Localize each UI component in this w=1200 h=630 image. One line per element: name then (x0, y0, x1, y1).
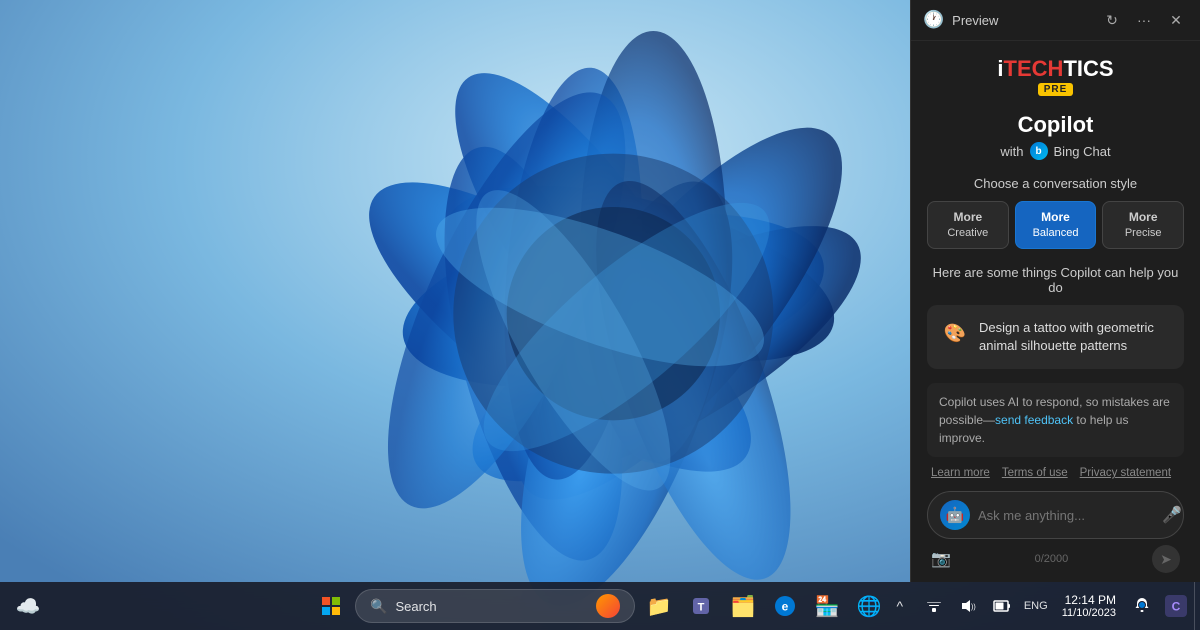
copilot-heading: Copilot (1018, 112, 1094, 138)
send-button[interactable]: ➤ (1152, 545, 1180, 573)
creative-bot-label: Creative (947, 226, 988, 240)
battery-icon[interactable] (986, 590, 1018, 622)
microphone-button[interactable]: 🎤 (1162, 505, 1182, 525)
more-options-button[interactable]: ··· (1132, 8, 1156, 32)
precise-bot-label: Precise (1125, 226, 1162, 240)
logo-badge: PRE (1038, 83, 1074, 96)
scan-button[interactable]: 📷 (931, 549, 951, 569)
network-icon[interactable] (918, 590, 950, 622)
balanced-bot-label: Balanced (1033, 226, 1079, 240)
refresh-button[interactable]: ↻ (1100, 8, 1124, 32)
close-button[interactable]: ✕ (1164, 8, 1188, 32)
volume-icon[interactable]: )) (952, 590, 984, 622)
notification-bell (1134, 597, 1150, 616)
tattoo-icon: 🎨 (941, 319, 969, 347)
ms-store-icon[interactable]: 🏪 (807, 586, 847, 626)
creative-top-label: More (954, 210, 983, 226)
taskbar-apps: 📁 T 🗂️ e 🏪 🌐 (639, 586, 889, 626)
brand-logo: iTECHTICS PRE (997, 57, 1113, 96)
clock-time: 12:14 PM (1065, 593, 1116, 607)
panel-content: iTECHTICS PRE Copilot with b Bing Chat C… (911, 41, 1200, 582)
search-text: Search (395, 599, 436, 614)
with-prefix: with (1000, 144, 1023, 159)
panel-titlebar: 🕐 Preview ↻ ··· ✕ (911, 0, 1200, 41)
disclaimer-section: Copilot uses AI to respond, so mistakes … (927, 383, 1184, 457)
tray-area: ^ )) ENG (884, 590, 1052, 622)
send-feedback-link[interactable]: send feedback (995, 413, 1073, 427)
history-icon[interactable]: 🕐 (923, 10, 944, 30)
taskbar-center: 🔍 Search 📁 T 🗂️ e 🏪 🌐 (311, 586, 889, 626)
chat-input-area: 🤖 🎤 📷 0/2000 ➤ (927, 491, 1184, 581)
logo-text: iTECHTICS (997, 57, 1113, 81)
edge-icon[interactable]: e (765, 586, 805, 626)
svg-text:e: e (782, 600, 789, 614)
file-manager-icon[interactable]: 🗂️ (723, 586, 763, 626)
style-precise-button[interactable]: More Precise (1102, 201, 1184, 249)
with-bing-section: with b Bing Chat (1000, 142, 1110, 160)
edge2-icon[interactable]: 🌐 (849, 586, 889, 626)
notification-icon[interactable] (1126, 590, 1158, 622)
footer-links: Learn more Terms of use Privacy statemen… (927, 467, 1184, 479)
style-creative-button[interactable]: More Creative (927, 201, 1009, 249)
balanced-top-label: More (1041, 210, 1070, 226)
search-avatar (596, 594, 620, 618)
style-balanced-button[interactable]: More Balanced (1015, 201, 1097, 249)
char-count: 0/2000 (1035, 553, 1069, 565)
style-section-label: Choose a conversation style (974, 176, 1137, 191)
chat-input-field[interactable] (978, 508, 1154, 523)
search-bar[interactable]: 🔍 Search (355, 589, 635, 623)
things-label: Here are some things Copilot can help yo… (927, 265, 1184, 295)
copilot-taskbar-icon[interactable]: C (1160, 590, 1192, 622)
notification-badge (1138, 601, 1146, 609)
panel-title: Preview (952, 13, 1100, 28)
taskbar-right: ^ )) ENG (884, 590, 1192, 622)
logo-tics: TICS (1063, 56, 1113, 81)
teams-icon[interactable]: T (681, 586, 721, 626)
terms-link[interactable]: Terms of use (1002, 467, 1068, 479)
suggestion-card[interactable]: 🎨 Design a tattoo with geometric animal … (927, 305, 1184, 369)
taskbar: ☁️ 🔍 Search 📁 T 🗂️ (0, 582, 1200, 630)
keyboard-icon[interactable]: ENG (1020, 590, 1052, 622)
copilot-avatar: 🤖 (940, 500, 970, 530)
copilot-panel: 🕐 Preview ↻ ··· ✕ iTECHTICS PRE Copilot … (910, 0, 1200, 582)
suggestion-text: Design a tattoo with geometric animal si… (979, 319, 1170, 355)
learn-more-link[interactable]: Learn more (931, 467, 990, 479)
clock-date: 11/10/2023 (1062, 607, 1116, 619)
onedrive-icon[interactable]: ☁️ (8, 586, 48, 626)
clock[interactable]: 12:14 PM 11/10/2023 (1054, 593, 1124, 619)
chat-footer-row: 📷 0/2000 ➤ (927, 539, 1184, 573)
start-button[interactable] (311, 586, 351, 626)
show-desktop-button[interactable] (1194, 582, 1200, 630)
chat-input-row: 🤖 🎤 (927, 491, 1184, 539)
svg-text:C: C (1172, 600, 1181, 614)
bing-icon: b (1030, 142, 1048, 160)
logo-tech: TECH (1004, 56, 1064, 81)
file-explorer-icon[interactable]: 📁 (639, 586, 679, 626)
bing-chat-label: Bing Chat (1054, 144, 1111, 159)
svg-text:T: T (698, 602, 705, 614)
taskbar-left: ☁️ (8, 586, 48, 626)
panel-controls: ↻ ··· ✕ (1100, 8, 1188, 32)
precise-top-label: More (1129, 210, 1158, 226)
svg-text:)): )) (971, 604, 976, 611)
privacy-link[interactable]: Privacy statement (1080, 467, 1171, 479)
style-buttons: More Creative More Balanced More Precise (927, 201, 1184, 249)
search-icon: 🔍 (370, 598, 387, 615)
